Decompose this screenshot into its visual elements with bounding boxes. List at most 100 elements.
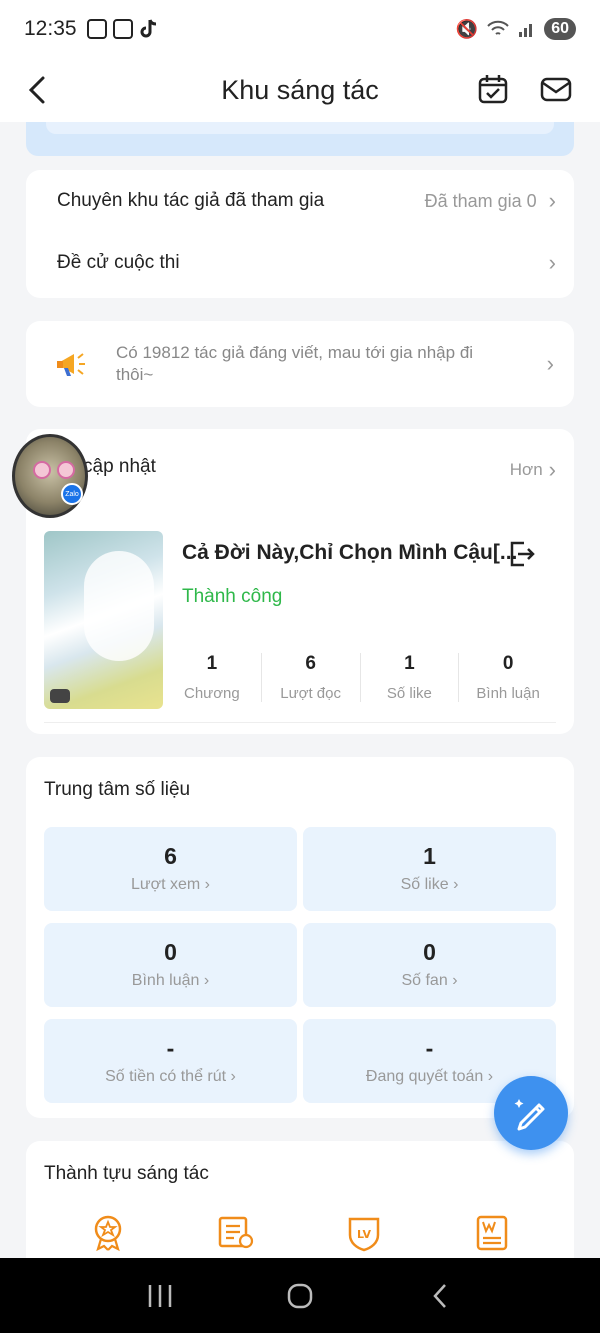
data-center-title: Trung tâm số liệu [44, 779, 191, 800]
divider [44, 722, 556, 723]
stat-comments: 0 Bình luận [459, 653, 557, 702]
cover-art [84, 551, 154, 661]
stat-label: Lượt đọc [280, 685, 341, 702]
updates-title: cập nhật [83, 456, 156, 477]
recent-apps-icon [148, 1284, 172, 1307]
achievements-card: Thành tựu sáng tác LV [26, 1141, 574, 1271]
data-center-card: Trung tâm số liệu 6 Lượt xem › 1 Số like… [26, 757, 574, 1118]
data-label: Số fan [401, 972, 448, 989]
tiktok-icon [140, 19, 156, 38]
data-value: - [425, 1035, 434, 1061]
joined-zones-value: Đã tham gia 0 [424, 190, 537, 211]
page-title: Khu sáng tác [221, 74, 379, 105]
avatar-eye [33, 461, 51, 479]
data-value: 0 [164, 939, 177, 965]
app-header: Khu sáng tác [0, 58, 600, 122]
stat-value: 6 [305, 653, 316, 674]
chevron-right-icon: › [453, 876, 459, 893]
stat-label: Bình luận [476, 685, 540, 702]
avatar-eye [57, 461, 75, 479]
more-link[interactable]: Hơn › [510, 457, 556, 483]
back-chevron-icon [433, 1283, 446, 1308]
promo-card[interactable]: Có 19812 tác giả đáng viết, mau tới gia … [26, 321, 574, 407]
word-badge-icon[interactable] [472, 1213, 512, 1253]
data-cell-likes[interactable]: 1 Số like › [303, 827, 556, 911]
contest-row[interactable]: Đề cử cuộc thi › [26, 232, 574, 294]
battery-indicator: 60 [544, 18, 576, 40]
data-cell-comments[interactable]: 0 Bình luận › [44, 923, 297, 1007]
joined-zones-label: Chuyên khu tác giả đã tham gia [57, 190, 325, 211]
data-label: Bình luận [131, 972, 200, 989]
recent-apps-button[interactable] [130, 1266, 190, 1326]
home-icon [287, 1283, 313, 1308]
stat-value: 1 [206, 653, 218, 674]
stat-chapters: 1 Chương [163, 653, 262, 702]
write-fab-button[interactable] [494, 1076, 568, 1150]
calendar-check-icon[interactable] [477, 73, 509, 105]
chevron-right-icon: › [230, 1068, 236, 1085]
certificate-icon[interactable] [216, 1213, 256, 1253]
banner-inner [46, 122, 554, 134]
contest-label: Đề cử cuộc thi [57, 252, 180, 273]
more-label: Hơn [509, 460, 543, 479]
stat-reads: 6 Lượt đọc [262, 653, 361, 702]
wifi-icon [487, 20, 509, 35]
book-title[interactable]: Cả Đời Này,Chỉ Chọn Mình Cậu[... [182, 541, 517, 565]
mute-icon: 🔇 [455, 18, 479, 39]
data-value: 1 [423, 843, 436, 869]
back-arrow-icon [28, 76, 45, 104]
chevron-right-icon: › [487, 1068, 494, 1085]
data-label: Số like [400, 876, 449, 893]
level-shield-icon[interactable]: LV [344, 1213, 384, 1253]
book-status: Thành công [182, 586, 283, 607]
banner[interactable] [26, 122, 574, 156]
data-cell-fans[interactable]: 0 Số fan › [303, 923, 556, 1007]
cover-badge-icon [50, 689, 70, 703]
floating-avatar[interactable]: Zalo [12, 434, 88, 518]
data-grid: 6 Lượt xem › 1 Số like › 0 Bình luận › 0… [44, 827, 556, 1103]
data-cell-withdrawable[interactable]: - Số tiền có thể rút › [44, 1019, 297, 1103]
book-cover[interactable] [44, 531, 163, 709]
chevron-right-icon: › [452, 972, 458, 989]
chevron-right-icon: › [546, 351, 554, 376]
stat-likes: 1 Số like [361, 653, 460, 702]
mail-icon[interactable] [540, 73, 572, 105]
data-cell-views[interactable]: 6 Lượt xem › [44, 827, 297, 911]
svg-text:LV: LV [357, 1228, 371, 1241]
data-label: Đang quyết toán [365, 1068, 484, 1085]
author-zone-card: Chuyên khu tác giả đã tham gia Đã tham g… [26, 170, 574, 298]
stat-label: Chương [184, 685, 240, 702]
joined-zones-row[interactable]: Chuyên khu tác giả đã tham gia Đã tham g… [26, 170, 574, 232]
home-button[interactable] [270, 1266, 330, 1326]
stat-value: 1 [404, 653, 415, 674]
achievements-title: Thành tựu sáng tác [44, 1163, 209, 1184]
back-button[interactable] [20, 70, 54, 110]
data-value: 0 [423, 939, 436, 965]
stat-label: Số like [386, 685, 432, 702]
zalo-badge-icon: Zalo [61, 483, 83, 505]
data-value: 6 [164, 843, 177, 869]
notification-icons [86, 18, 159, 40]
signal-icon [519, 24, 533, 37]
system-back-button[interactable] [410, 1266, 470, 1326]
chevron-right-icon: › [203, 972, 210, 989]
data-value: - [166, 1035, 175, 1061]
magic-pen-icon [514, 1099, 545, 1131]
status-bar: 12:35 🔇 60 [0, 0, 600, 58]
stat-value: 0 [502, 653, 514, 674]
chevron-right-icon: › [204, 876, 210, 893]
screenshot-icon [112, 19, 133, 39]
chevron-right-icon: › [548, 457, 556, 482]
book-stats: 1 Chương 6 Lượt đọc 1 Số like 0 Bình luậ… [163, 653, 557, 702]
system-indicators: 🔇 60 [456, 18, 576, 40]
updates-card: cập nhật Hơn › Cả Đời Này,Chỉ Chọn Mình … [26, 429, 574, 734]
exit-icon[interactable] [506, 539, 536, 569]
data-label: Lượt xem [131, 876, 201, 893]
megaphone-icon [57, 353, 85, 376]
chevron-right-icon: › [548, 188, 556, 213]
medal-icon[interactable] [88, 1213, 128, 1253]
media-icon [86, 19, 107, 39]
status-time: 12:35 [24, 17, 77, 40]
promo-text: Có 19812 tác giả đáng viết, mau tới gia … [116, 343, 474, 384]
chevron-right-icon: › [548, 250, 556, 275]
